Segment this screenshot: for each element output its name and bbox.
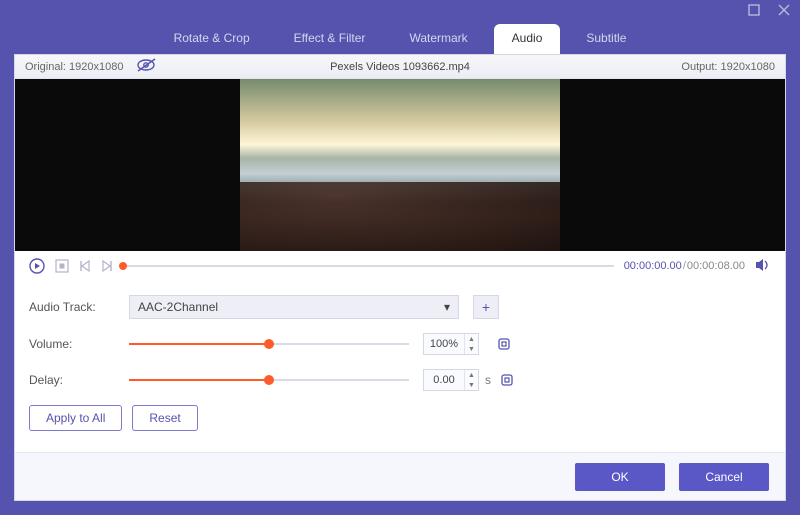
delay-step-down[interactable]: ▼ (464, 380, 478, 390)
audio-form: Audio Track: AAC-2Channel ▾ + Volume: 10… (15, 281, 785, 441)
preview-toggle-icon[interactable] (137, 58, 157, 75)
tab-rotate-crop[interactable]: Rotate & Crop (156, 24, 268, 54)
volume-link-icon[interactable] (494, 334, 514, 354)
tab-bar: Rotate & Crop Effect & Filter Watermark … (0, 24, 800, 54)
delay-input[interactable]: 0.00 ▲▼ (423, 369, 479, 391)
timeline-scrubber[interactable] (123, 265, 614, 267)
row-volume: Volume: 100% ▲▼ (29, 333, 771, 355)
apply-to-all-button[interactable]: Apply to All (29, 405, 122, 431)
video-preview (15, 79, 785, 251)
chevron-down-icon: ▾ (444, 300, 450, 314)
tab-subtitle[interactable]: Subtitle (568, 24, 644, 54)
main-panel: Original: 1920x1080 Pexels Videos 109366… (14, 54, 786, 501)
playback-controls: 00:00:00.0000:00:08.00 (15, 251, 785, 281)
maximize-icon[interactable] (748, 3, 760, 21)
play-icon[interactable] (29, 258, 45, 274)
next-frame-icon[interactable] (101, 260, 113, 272)
tab-audio[interactable]: Audio (494, 24, 561, 54)
original-resolution: Original: 1920x1080 (25, 61, 123, 73)
reset-button[interactable]: Reset (132, 405, 197, 431)
filename-label: Pexels Videos 1093662.mp4 (330, 61, 470, 73)
add-track-button[interactable]: + (473, 295, 499, 319)
output-resolution: Output: 1920x1080 (681, 61, 785, 73)
volume-label: Volume: (29, 337, 129, 351)
time-readout: 00:00:00.0000:00:08.00 (624, 260, 745, 272)
delay-unit: s (485, 373, 491, 387)
delay-label: Delay: (29, 373, 129, 387)
volume-input[interactable]: 100% ▲▼ (423, 333, 479, 355)
titlebar (0, 0, 800, 24)
footer: OK Cancel (15, 452, 785, 500)
close-icon[interactable] (778, 3, 790, 21)
row-audio-track: Audio Track: AAC-2Channel ▾ + (29, 295, 771, 319)
prev-frame-icon[interactable] (79, 260, 91, 272)
infobar: Original: 1920x1080 Pexels Videos 109366… (15, 55, 785, 79)
tab-watermark[interactable]: Watermark (391, 24, 485, 54)
stop-icon[interactable] (55, 259, 69, 273)
delay-link-icon[interactable] (497, 370, 517, 390)
audio-track-select[interactable]: AAC-2Channel ▾ (129, 295, 459, 319)
volume-icon[interactable] (755, 258, 771, 275)
video-frame (240, 79, 560, 251)
delay-step-up[interactable]: ▲ (464, 370, 478, 380)
delay-slider[interactable] (129, 379, 409, 381)
volume-step-up[interactable]: ▲ (464, 334, 478, 344)
row-delay: Delay: 0.00 ▲▼ s (29, 369, 771, 391)
ok-button[interactable]: OK (575, 463, 665, 491)
cancel-button[interactable]: Cancel (679, 463, 769, 491)
volume-slider[interactable] (129, 343, 409, 345)
audio-track-label: Audio Track: (29, 300, 129, 314)
tab-effect-filter[interactable]: Effect & Filter (276, 24, 384, 54)
volume-step-down[interactable]: ▼ (464, 344, 478, 354)
